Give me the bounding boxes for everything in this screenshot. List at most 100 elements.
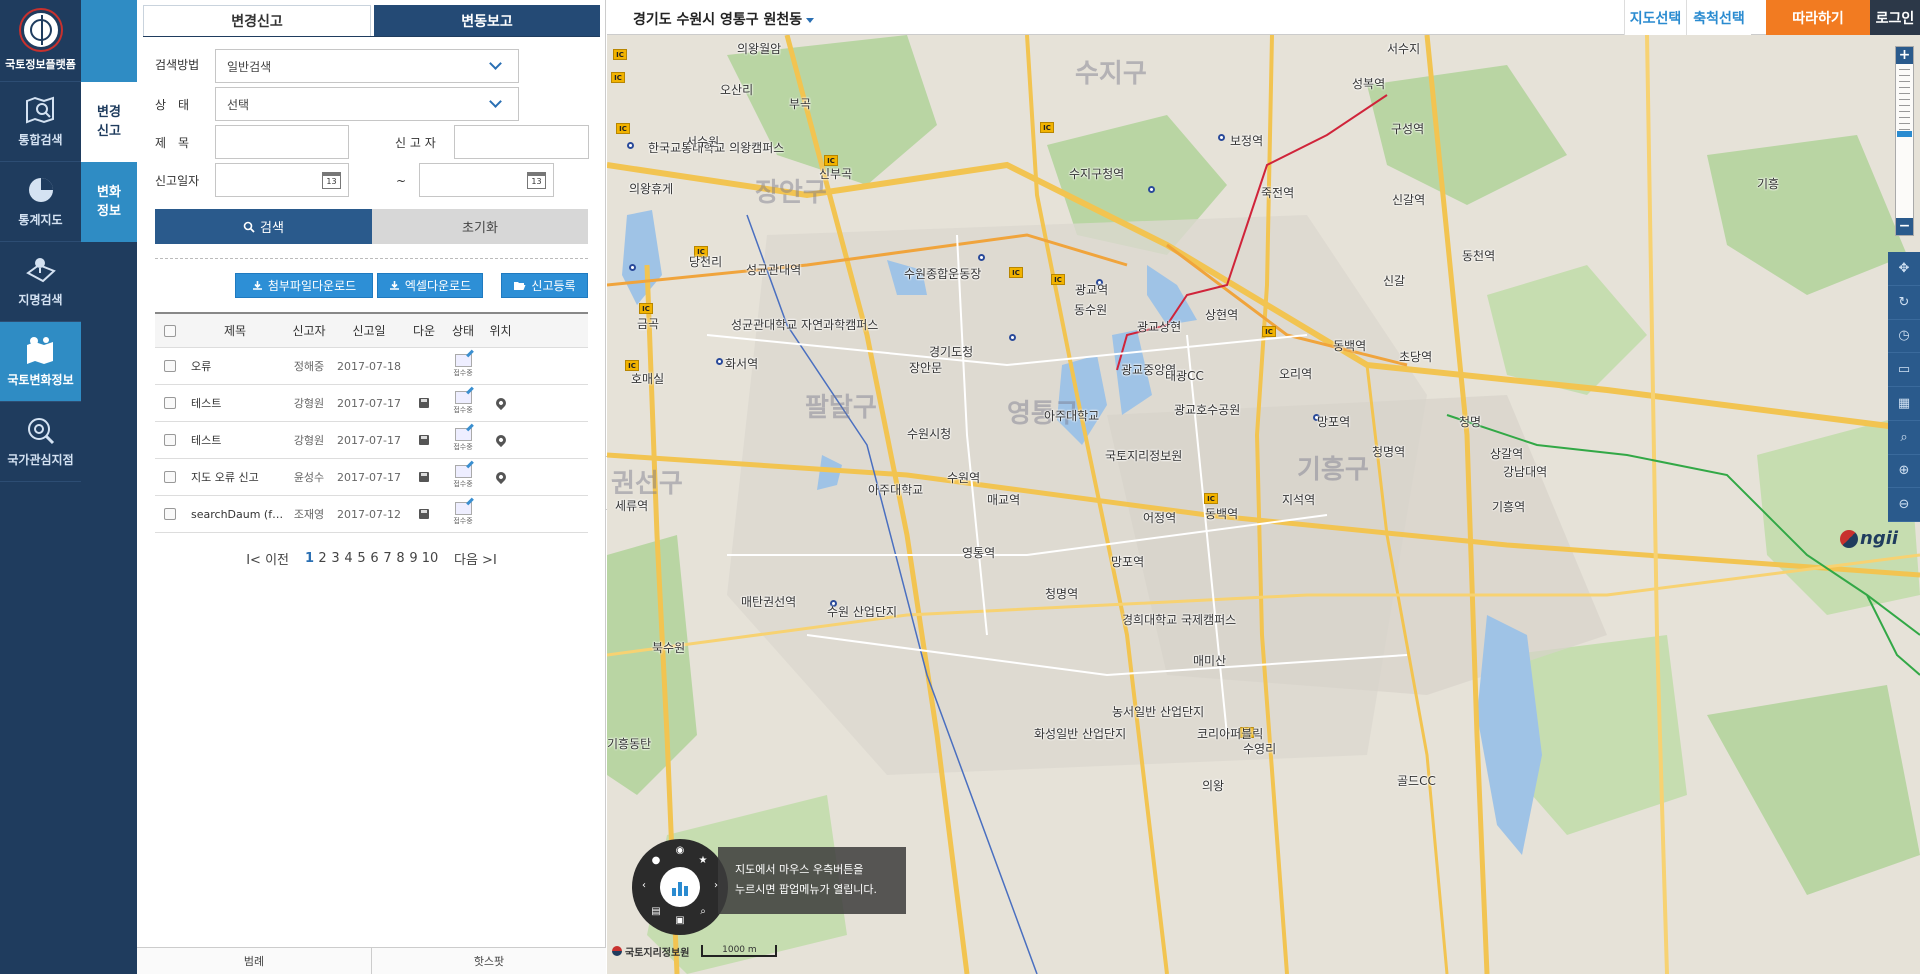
search-button[interactable]: 검색 — [155, 209, 372, 244]
zoom-search-icon[interactable]: ⌕ — [1888, 421, 1920, 455]
map-place-label: 부곡 — [789, 97, 812, 111]
location-pin-icon[interactable] — [493, 395, 508, 411]
page-number[interactable]: 10 — [421, 551, 439, 566]
row-reporter: 강형원 — [293, 434, 325, 447]
tab-change-notice[interactable]: 변동보고 — [374, 5, 600, 36]
page-number[interactable]: 8 — [395, 551, 406, 566]
image-icon[interactable]: ▣ — [675, 916, 685, 926]
area-icon[interactable]: ▦ — [1888, 387, 1920, 421]
zoom-out-search-icon[interactable]: ⊖ — [1888, 488, 1920, 522]
page-number[interactable]: 3 — [330, 551, 341, 566]
chevron-left-icon[interactable]: ‹ — [639, 881, 649, 891]
table-body: 오류 정해중 2017-07-18 접수중 테스트 강형원 2017-07-17 접수중 테스트… — [155, 348, 588, 533]
page-number[interactable]: 9 — [408, 551, 419, 566]
page-number[interactable]: 5 — [356, 551, 367, 566]
follow-button[interactable]: 따라하기 — [1766, 0, 1870, 35]
login-button[interactable]: 로그인 — [1870, 0, 1920, 35]
radial-popup-menu[interactable]: ● ◉ ★ ‹ › ▤ ▣ ⌕ — [632, 839, 728, 935]
tab-legend[interactable]: 범례 — [137, 948, 371, 974]
page-number[interactable]: 2 — [317, 551, 328, 566]
subnav-item-change-report[interactable]: 변경 신고 — [81, 82, 137, 162]
date-from-input[interactable]: 13 — [215, 163, 349, 197]
save-icon[interactable] — [419, 398, 429, 408]
status-select[interactable]: 선택 — [215, 87, 519, 121]
chart-icon[interactable] — [660, 867, 700, 907]
location-pin-icon[interactable] — [493, 469, 508, 485]
star-icon[interactable]: ★ — [698, 856, 708, 866]
calendar-icon[interactable]: 13 — [322, 172, 341, 189]
row-title[interactable]: 테스트 — [185, 395, 285, 411]
row-title[interactable]: 지도 오류 신고 — [185, 469, 285, 485]
map-place-label: 기흥동탄 — [607, 737, 652, 751]
zoom-in-search-icon[interactable]: ⊕ — [1888, 455, 1920, 489]
nav-item-national-poi[interactable]: 국가관심지점 — [0, 402, 81, 482]
save-icon[interactable] — [419, 509, 429, 519]
app-logo[interactable]: 국토정보플랫폼 — [0, 0, 81, 82]
page-number[interactable]: 7 — [382, 551, 393, 566]
tab-hotspot[interactable]: 핫스팟 — [371, 948, 606, 974]
search-method-select[interactable]: 일반검색 — [215, 49, 519, 83]
row-title[interactable]: 테스트 — [185, 432, 285, 448]
page-number[interactable]: 4 — [343, 551, 354, 566]
status-edit-icon — [454, 502, 472, 515]
map-place-label: 동수원 — [1074, 303, 1108, 317]
search-icon[interactable]: ⌕ — [698, 907, 708, 917]
excel-download-button[interactable]: 엑셀다운로드 — [377, 273, 483, 298]
layers-icon[interactable]: ▤ — [651, 907, 661, 917]
pan-icon[interactable]: ✥ — [1888, 252, 1920, 286]
select-all-checkbox[interactable] — [164, 324, 176, 337]
page-number[interactable]: 1 — [304, 551, 315, 566]
row-checkbox[interactable] — [164, 360, 176, 372]
station-marker — [627, 142, 634, 149]
table-row[interactable]: searchDaum (fail):200-… 조재영 2017-07-12 접수중 — [155, 496, 588, 533]
pin-icon[interactable]: ● — [651, 856, 661, 866]
tab-change-report[interactable]: 변경신고 — [143, 5, 371, 36]
row-checkbox[interactable] — [164, 471, 176, 483]
prev-page-button[interactable]: I< 이전 — [246, 549, 289, 568]
zoom-in-button[interactable]: + — [1896, 47, 1913, 64]
map-place-label: 성복역 — [1352, 77, 1386, 91]
save-icon[interactable] — [419, 435, 429, 445]
refresh-icon[interactable]: ↻ — [1888, 286, 1920, 320]
map-canvas[interactable]: 수지구 장안구 팔달구 권선구 영통구 기흥구 IC IC IC IC IC I… — [607, 35, 1920, 974]
table-row[interactable]: 테스트 강형원 2017-07-17 접수중 — [155, 422, 588, 459]
row-title[interactable]: 오류 — [185, 358, 285, 374]
change-report-panel: 변경신고 변동보고 검색방법 일반검색 상 태 선택 제 목 신 고 자 신고일… — [137, 0, 606, 974]
page-number[interactable]: 6 — [369, 551, 380, 566]
subnav-item-change-info[interactable]: 변화 정보 — [81, 162, 137, 242]
reporter-input[interactable] — [454, 125, 589, 159]
register-report-button[interactable]: 신고등록 — [501, 273, 588, 298]
table-row[interactable]: 테스트 강형원 2017-07-17 접수중 — [155, 385, 588, 422]
location-icon[interactable]: ◉ — [675, 846, 685, 856]
title-input[interactable] — [215, 125, 349, 159]
zoom-out-button[interactable]: − — [1896, 218, 1913, 235]
date-separator-row: ~ — [396, 174, 406, 188]
zoom-slider-handle[interactable] — [1897, 131, 1912, 137]
table-row[interactable]: 오류 정해중 2017-07-18 접수중 — [155, 348, 588, 385]
row-checkbox[interactable] — [164, 397, 176, 409]
history-icon[interactable]: ◷ — [1888, 320, 1920, 354]
scale-select-button[interactable]: 축척선택 — [1686, 0, 1751, 35]
nav-item-stat-map[interactable]: 통계지도 — [0, 162, 81, 242]
row-checkbox[interactable] — [164, 508, 176, 520]
reset-button[interactable]: 초기화 — [372, 209, 588, 244]
ngii-logo-icon — [612, 946, 622, 956]
map-header: 경기도 수원시 영통구 원천동 지도선택 축척선택 따라하기 로그인 — [607, 0, 1920, 35]
map-place-label: 금곡 — [637, 317, 660, 331]
nav-item-land-change[interactable]: 국토변화정보 — [0, 322, 81, 402]
ngii-marker[interactable]: ngii — [1840, 528, 1898, 549]
distance-icon[interactable]: ▭ — [1888, 353, 1920, 387]
row-title[interactable]: searchDaum (fail):200-… — [185, 508, 285, 521]
nav-item-integrated-search[interactable]: 통합검색 — [0, 82, 81, 162]
attachment-download-button[interactable]: 첨부파일다운로드 — [235, 273, 373, 298]
row-checkbox[interactable] — [164, 434, 176, 446]
calendar-icon[interactable]: 13 — [527, 172, 546, 189]
nav-item-place-search[interactable]: 지명검색 — [0, 242, 81, 322]
next-page-button[interactable]: 다음 >I — [454, 549, 497, 568]
map-select-button[interactable]: 지도선택 — [1624, 0, 1686, 35]
location-selector[interactable]: 경기도 수원시 영통구 원천동 — [633, 9, 815, 29]
save-icon[interactable] — [419, 472, 429, 482]
date-to-input[interactable]: 13 — [419, 163, 554, 197]
table-row[interactable]: 지도 오류 신고 윤성수 2017-07-17 접수중 — [155, 459, 588, 496]
location-pin-icon[interactable] — [493, 432, 508, 448]
